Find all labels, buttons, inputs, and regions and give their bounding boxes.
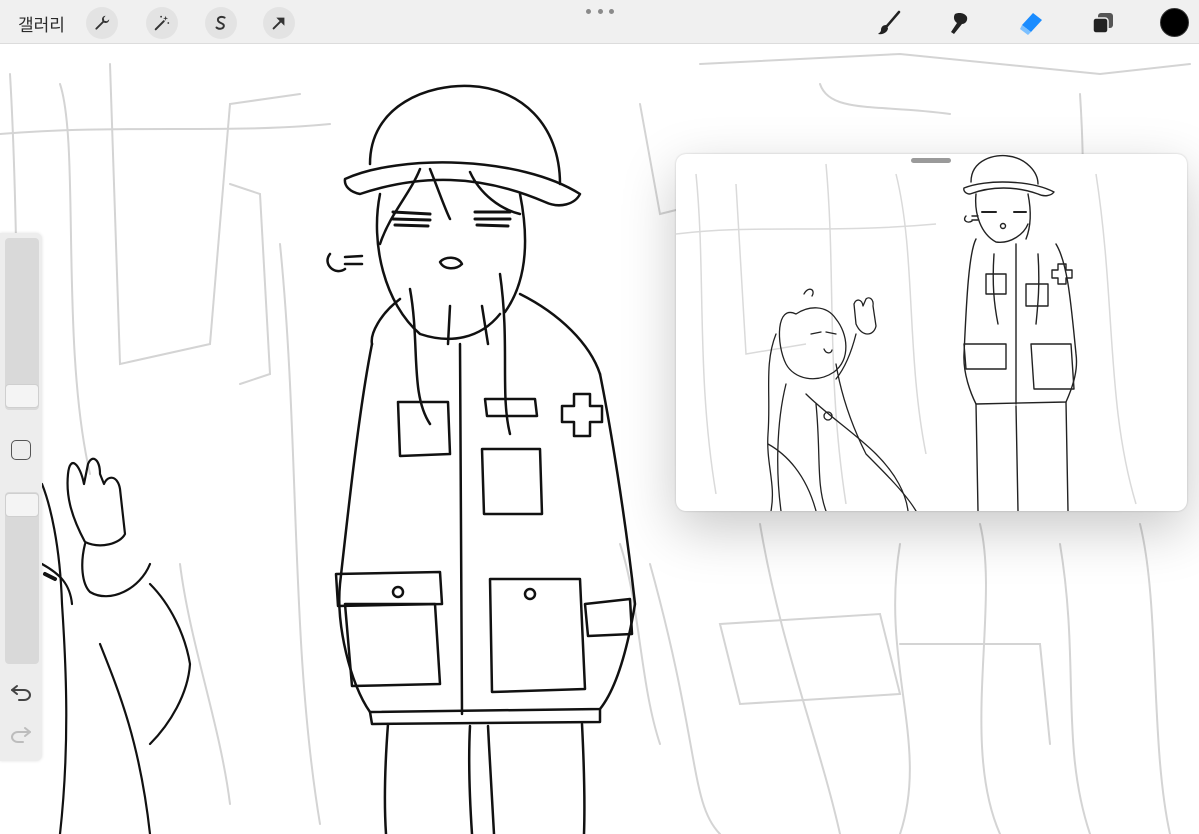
color-picker-button[interactable]	[1160, 8, 1189, 37]
gallery-button[interactable]: 갤러리	[18, 11, 65, 36]
layers-icon	[1092, 13, 1113, 34]
left-sidebar	[0, 233, 42, 761]
transform-button[interactable]	[263, 7, 295, 39]
redo-button[interactable]	[9, 723, 33, 745]
top-toolbar: 갤러리	[0, 0, 1199, 44]
reference-window-handle[interactable]	[911, 158, 951, 163]
dot	[609, 8, 614, 14]
opacity-slider[interactable]	[5, 492, 39, 664]
main-character-lineart	[326, 84, 637, 834]
reference-helmet-girl	[963, 154, 1078, 511]
adjustments-button[interactable]	[146, 7, 178, 39]
smudge-tool-button[interactable]	[943, 7, 975, 39]
dot	[586, 8, 591, 14]
brush-icon	[878, 10, 901, 35]
layers-button[interactable]	[1087, 7, 1119, 39]
magic-wand-icon	[154, 15, 170, 31]
eraser-tool-button[interactable]	[1015, 7, 1047, 39]
reference-window[interactable]	[676, 154, 1187, 511]
modifier-button[interactable]	[11, 440, 31, 460]
undo-button[interactable]	[9, 681, 33, 703]
brush-tool-button[interactable]	[873, 7, 905, 39]
eraser-icon	[1020, 13, 1042, 35]
procreate-app: 갤러리	[0, 0, 1199, 834]
selection-s-icon	[215, 15, 226, 30]
reference-image	[676, 154, 1137, 511]
opacity-handle[interactable]	[5, 493, 39, 517]
brush-size-handle[interactable]	[5, 384, 39, 408]
arrow-cursor-icon	[272, 17, 285, 30]
redo-icon	[10, 727, 31, 743]
wrench-icon	[95, 15, 110, 30]
second-character-lineart	[40, 457, 192, 834]
dot	[597, 8, 603, 14]
smudge-icon	[951, 13, 968, 34]
selection-button[interactable]	[205, 7, 237, 39]
toolbar-drag-handle[interactable]	[586, 6, 614, 16]
brush-size-slider[interactable]	[5, 238, 39, 410]
undo-icon	[11, 685, 32, 701]
actions-button[interactable]	[86, 7, 118, 39]
